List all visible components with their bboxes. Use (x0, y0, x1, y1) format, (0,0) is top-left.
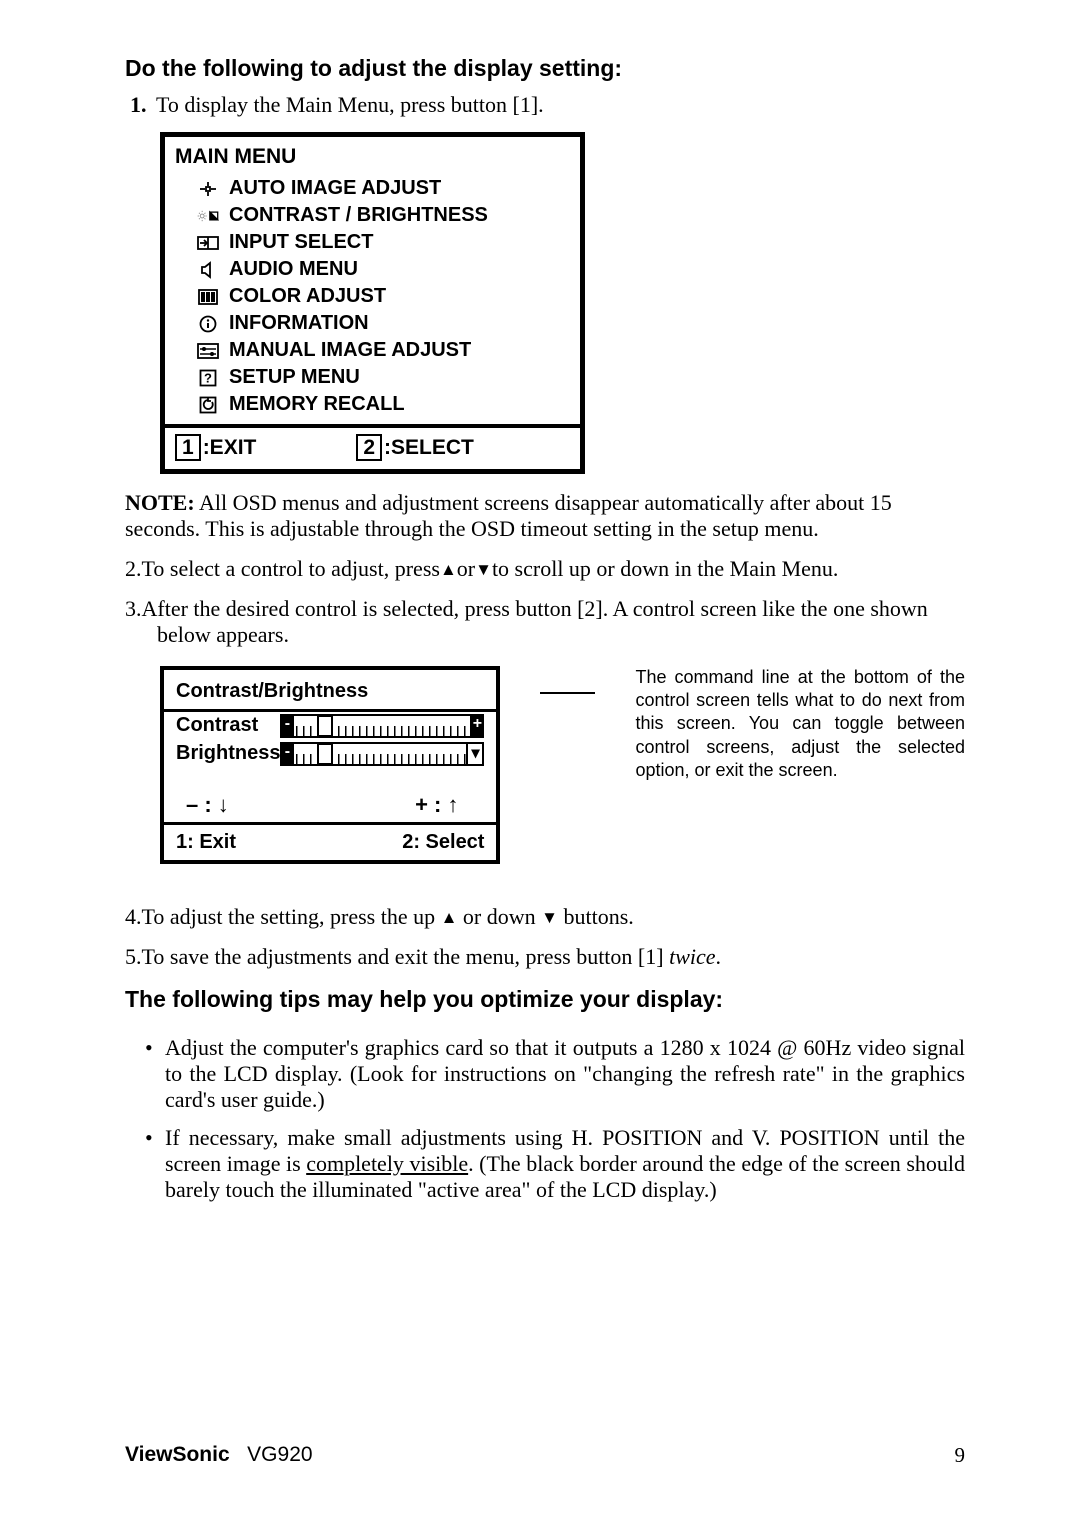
tip1-text: Adjust the computer's graphics card so t… (165, 1035, 965, 1112)
footer-brand: ViewSonic (125, 1443, 230, 1466)
minus-icon: - (280, 742, 294, 766)
menu-item-auto-image-adjust: AUTO IMAGE ADJUST (197, 175, 570, 202)
step-3: 3.After the desired control is selected,… (125, 596, 965, 648)
main-menu-box: MAIN MENU AUTO IMAGE ADJUST CONTRAST / B… (160, 132, 585, 474)
cb-exit-label: 1: Exit (176, 831, 236, 854)
note-paragraph: NOTE: All OSD menus and adjustment scree… (125, 490, 965, 542)
contrast-brightness-box: Contrast/Brightness Contrast - + Brightn… (160, 666, 500, 864)
menu-item-label: MANUAL IMAGE ADJUST (229, 337, 471, 364)
down-triangle-icon: ▼ (475, 560, 492, 579)
menu-item-audio-menu: AUDIO MENU (197, 256, 570, 283)
question-box-icon: ? (197, 369, 219, 387)
step4-a: To adjust the setting, press the up (142, 904, 441, 929)
menu-item-label: AUTO IMAGE ADJUST (229, 175, 441, 202)
menu-item-color-adjust: COLOR ADJUST (197, 283, 570, 310)
menu-item-information: INFORMATION (197, 310, 570, 337)
key-2: 2 (356, 434, 382, 461)
key-1: 1 (175, 434, 201, 461)
step-5: 5.To save the adjustments and exit the m… (125, 944, 965, 970)
heading-tips: The following tips may help you optimize… (125, 986, 965, 1013)
heading-adjust: Do the following to adjust the display s… (125, 55, 965, 82)
cb-caption: The command line at the bottom of the co… (635, 666, 965, 783)
slider-handle-icon (317, 743, 333, 765)
menu-item-setup-menu: ? SETUP MENU (197, 364, 570, 391)
menu-item-label: AUDIO MENU (229, 256, 358, 283)
slider-handle-icon (317, 715, 333, 737)
menu-item-label: COLOR ADJUST (229, 283, 386, 310)
menu-item-input-select: INPUT SELECT (197, 229, 570, 256)
sun-contrast-icon (197, 207, 219, 225)
cb-title: Contrast/Brightness (164, 670, 496, 709)
cb-footer: 1: Exit 2: Select (164, 822, 496, 860)
step-1: 1.To display the Main Menu, press button… (125, 92, 965, 118)
step-2: 2.To select a control to adjust, press▲o… (125, 556, 965, 582)
step5-twice: twice (669, 944, 715, 969)
cb-select-label: 2: Select (402, 831, 484, 854)
menu-item-contrast-brightness: CONTRAST / BRIGHTNESS (197, 202, 570, 229)
down-triangle-icon: ▼ (541, 908, 558, 927)
menu-item-memory-recall: MEMORY RECALL (197, 391, 570, 418)
step4-b: or down (457, 904, 541, 929)
up-triangle-icon: ▲ (440, 560, 457, 579)
step1-text: To display the Main Menu, press button [… (156, 92, 544, 117)
step4-c: buttons. (558, 904, 634, 929)
plus-icon: ▾ (466, 742, 484, 766)
menu-item-label: INFORMATION (229, 310, 369, 337)
sliders-icon (197, 343, 219, 359)
info-icon (197, 315, 219, 333)
menu-item-label: SETUP MENU (229, 364, 360, 391)
contrast-label: Contrast (176, 714, 258, 737)
select-label: :SELECT (384, 436, 474, 459)
main-menu-title: MAIN MENU (165, 137, 580, 175)
menu-item-label: CONTRAST / BRIGHTNESS (229, 202, 488, 229)
tip-2: If necessary, make small adjustments usi… (145, 1125, 965, 1203)
tip2-underline: completely visible (306, 1151, 468, 1176)
footer-model: VG920 (247, 1443, 312, 1466)
step5-b: . (716, 944, 722, 969)
step2-c: to scroll up or down in the Main Menu. (492, 556, 838, 581)
minus-down-arrow: – : ↓ (186, 792, 229, 818)
step2-b: or (457, 556, 475, 581)
menu-item-label: MEMORY RECALL (229, 391, 405, 418)
recall-icon (197, 396, 219, 414)
target-icon (197, 180, 219, 198)
color-bars-icon (197, 289, 219, 305)
main-menu-footer: 1:EXIT 2:SELECT (165, 424, 580, 468)
plus-up-arrow: + : ↑ (415, 792, 458, 818)
exit-label: :EXIT (203, 436, 257, 459)
menu-item-label: INPUT SELECT (229, 229, 373, 256)
minus-icon: - (280, 714, 294, 738)
contrast-slider: - + (280, 714, 484, 738)
step5-a: To save the adjustments and exit the men… (142, 944, 670, 969)
up-triangle-icon: ▲ (441, 908, 458, 927)
speaker-icon (197, 261, 219, 279)
input-select-icon (197, 235, 219, 251)
step2-num: 2. (125, 556, 142, 581)
cb-row-contrast: Contrast - + (164, 712, 496, 740)
footer-page-number: 9 (955, 1443, 966, 1468)
svg-text:?: ? (204, 370, 212, 385)
step4-num: 4. (125, 904, 142, 929)
cb-arrows-row: – : ↓ + : ↑ (164, 768, 496, 822)
step1-num: 1. (130, 92, 156, 118)
cb-row-brightness: Brightness - ▾ (164, 740, 496, 768)
note-text: All OSD menus and adjustment screens dis… (125, 490, 892, 541)
step2-a: To select a control to adjust, press (142, 556, 440, 581)
brightness-slider: - ▾ (280, 742, 484, 766)
plus-icon: + (470, 714, 484, 738)
tip-1: Adjust the computer's graphics card so t… (145, 1035, 965, 1113)
page-footer: ViewSonic VG920 9 (125, 1443, 965, 1468)
callout-line-icon (540, 692, 595, 694)
step3-num: 3. (125, 596, 142, 621)
brightness-label: Brightness (176, 742, 280, 765)
menu-item-manual-image-adjust: MANUAL IMAGE ADJUST (197, 337, 570, 364)
note-label: NOTE: (125, 490, 195, 515)
step3-text: After the desired control is selected, p… (142, 596, 928, 647)
step5-num: 5. (125, 944, 142, 969)
step-4: 4.To adjust the setting, press the up ▲ … (125, 904, 965, 930)
